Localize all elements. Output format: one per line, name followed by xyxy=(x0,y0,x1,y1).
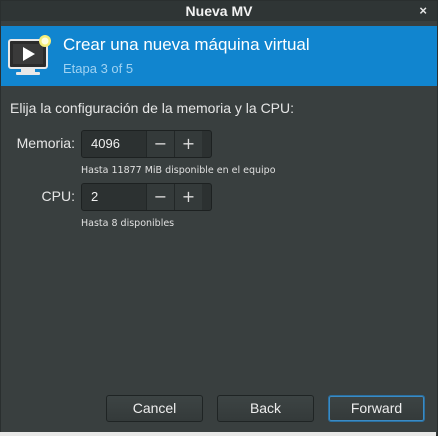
window-frame-edge xyxy=(0,432,436,436)
header-banner: Crear una nueva máquina virtual Etapa 3 … xyxy=(1,26,437,86)
cpu-hint: Hasta 8 disponibles xyxy=(81,218,175,229)
memory-hint: Hasta 11877 MiB disponible en el equipo xyxy=(81,165,276,176)
cpu-label: CPU: xyxy=(41,188,75,204)
window-title: Nueva MV xyxy=(185,3,253,19)
dialog-window: Nueva MV × Crear una nueva máquina virtu… xyxy=(0,0,438,436)
memory-spinbox: 4096 − + xyxy=(81,130,212,158)
cpu-input[interactable]: 2 xyxy=(82,184,146,210)
new-vm-monitor-icon xyxy=(8,35,51,75)
memory-decrement-button[interactable]: − xyxy=(146,131,174,157)
cancel-button[interactable]: Cancel xyxy=(106,395,203,422)
memory-input[interactable]: 4096 xyxy=(82,131,146,157)
back-button[interactable]: Back xyxy=(217,395,314,422)
section-prompt: Elija la configuración de la memoria y l… xyxy=(10,100,295,116)
cpu-increment-button[interactable]: + xyxy=(174,184,202,210)
banner-title: Crear una nueva máquina virtual xyxy=(63,35,310,54)
forward-button[interactable]: Forward xyxy=(328,395,425,422)
memory-increment-button[interactable]: + xyxy=(174,131,202,157)
memory-label: Memoria: xyxy=(16,135,75,151)
cpu-spinbox: 2 − + xyxy=(81,183,212,211)
cpu-decrement-button[interactable]: − xyxy=(146,184,174,210)
title-bar[interactable]: Nueva MV × xyxy=(1,1,437,21)
step-indicator: Etapa 3 of 5 xyxy=(63,61,134,76)
close-icon[interactable]: × xyxy=(419,1,427,21)
